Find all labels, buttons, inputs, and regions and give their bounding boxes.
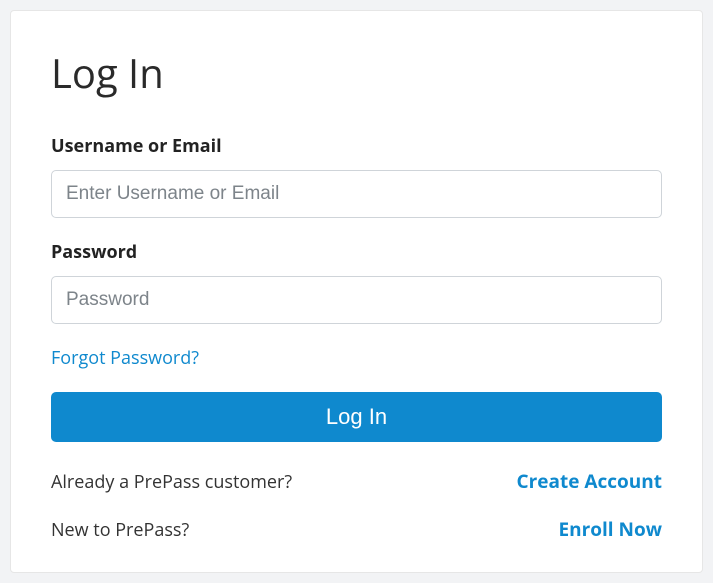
username-input[interactable]	[51, 170, 662, 218]
login-card: Log In Username or Email Password Forgot…	[10, 10, 703, 573]
forgot-password-link[interactable]: Forgot Password?	[51, 346, 199, 370]
new-customer-question: New to PrePass?	[51, 518, 189, 542]
existing-customer-row: Already a PrePass customer? Create Accou…	[51, 468, 662, 494]
login-button[interactable]: Log In	[51, 392, 662, 442]
enroll-now-link[interactable]: Enroll Now	[558, 516, 662, 542]
password-input[interactable]	[51, 276, 662, 324]
create-account-link[interactable]: Create Account	[517, 468, 662, 494]
username-label: Username or Email	[51, 134, 662, 158]
page-title: Log In	[51, 45, 662, 100]
password-label: Password	[51, 240, 662, 264]
new-customer-row: New to PrePass? Enroll Now	[51, 516, 662, 542]
existing-customer-question: Already a PrePass customer?	[51, 470, 292, 494]
